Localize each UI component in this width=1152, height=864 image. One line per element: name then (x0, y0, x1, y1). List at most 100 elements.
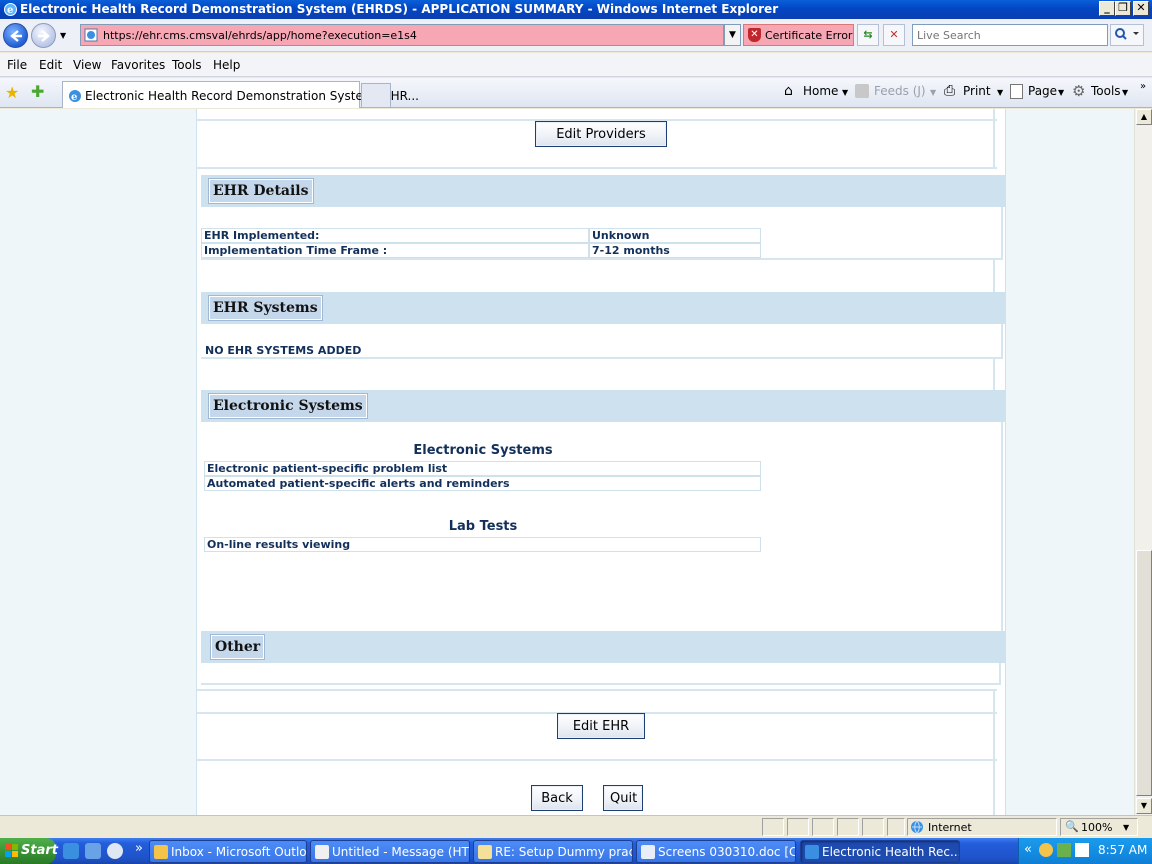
menu-help[interactable]: Help (213, 58, 240, 72)
svg-text:e: e (7, 5, 13, 16)
tray-app-icon[interactable] (1039, 843, 1053, 857)
menu-file[interactable]: File (7, 58, 27, 72)
status-bar: Internet 🔍 100% ▼ (0, 815, 1152, 838)
menu-favorites[interactable]: Favorites (111, 58, 165, 72)
start-label: Start (21, 843, 58, 858)
close-window-button[interactable]: ✕ (1133, 1, 1149, 16)
print-command[interactable]: Print (963, 84, 991, 98)
quit-button[interactable]: Quit (603, 785, 643, 811)
electronic-systems-header: Electronic Systems (201, 390, 1005, 422)
status-cell (862, 818, 884, 836)
search-box[interactable] (912, 24, 1108, 46)
scroll-down-icon[interactable]: ▼ (1136, 798, 1152, 814)
start-button[interactable]: Start (0, 838, 58, 864)
menu-edit[interactable]: Edit (39, 58, 62, 72)
taskbar-item-label: Untitled - Message (HTML) (332, 845, 469, 859)
menu-view[interactable]: View (73, 58, 101, 72)
taskbar-item-email[interactable]: RE: Setup Dummy practi... (473, 840, 633, 863)
web-content: Edit Providers EHR Details EHR Implement… (0, 109, 1134, 815)
frame-divider (1001, 422, 1003, 631)
certificate-error-button[interactable]: ✕ Certificate Error (743, 24, 854, 46)
windows-logo-icon (5, 844, 19, 858)
security-zone[interactable]: Internet (907, 818, 1057, 836)
address-dropdown-button[interactable]: ▼ (724, 24, 741, 46)
section-divider (201, 357, 1003, 359)
frame-divider (197, 167, 997, 169)
vertical-scrollbar[interactable]: ▲ ▼ (1134, 109, 1152, 815)
globe-icon (910, 820, 924, 837)
tab-active[interactable]: e Electronic Health Record Demonstration… (62, 81, 419, 108)
ehr-systems-title: EHR Systems (208, 295, 323, 321)
electronic-system-item: Electronic patient-specific problem list (204, 461, 761, 476)
clock[interactable]: 8:57 AM (1098, 843, 1147, 857)
back-button[interactable]: Back (531, 785, 583, 811)
page-dropdown-icon[interactable]: ▼ (1058, 88, 1064, 97)
minimize-button[interactable]: _ (1099, 1, 1115, 16)
favorites-star-icon[interactable]: ★ (5, 83, 19, 102)
zoom-control[interactable]: 🔍 100% ▼ (1060, 818, 1138, 836)
ie-logo-icon: e (3, 2, 18, 17)
tray-network-icon[interactable] (1057, 843, 1071, 857)
scroll-thumb[interactable] (1136, 550, 1152, 796)
ehr-details-header: EHR Details (201, 175, 1005, 207)
forward-nav-button[interactable] (31, 23, 56, 48)
scroll-up-icon[interactable]: ▲ (1136, 109, 1152, 125)
taskbar-item-word-doc[interactable]: Screens 030310.doc [Co... (636, 840, 796, 863)
frame-divider (197, 689, 997, 691)
taskbar-item-outlook[interactable]: Inbox - Microsoft Outlook (149, 840, 307, 863)
print-dropdown-icon[interactable]: ▼ (997, 88, 1003, 97)
address-bar[interactable]: https://ehr.cms.cmsval/ehrds/app/home?ex… (80, 24, 724, 46)
tools-dropdown-icon[interactable]: ▼ (1122, 88, 1128, 97)
taskbar-item-message[interactable]: Untitled - Message (HTML) (310, 840, 470, 863)
restore-button[interactable]: ❐ (1115, 1, 1131, 16)
taskbar-item-ie-active[interactable]: Electronic Health Rec... (800, 840, 960, 863)
chevron-more-icon[interactable]: » (1140, 81, 1146, 92)
status-cell (887, 818, 905, 836)
arrow-right-icon (38, 30, 50, 42)
desktop-quicklaunch-icon[interactable] (85, 843, 101, 859)
new-tab-button[interactable] (361, 83, 391, 107)
add-favorite-icon[interactable]: ✚ (31, 82, 44, 101)
edit-providers-button[interactable]: Edit Providers (535, 121, 667, 147)
taskbar-item-label: RE: Setup Dummy practi... (495, 845, 633, 859)
section-divider (201, 258, 1003, 260)
lab-tests-subheading: Lab Tests (448, 519, 518, 534)
zoom-level: 100% (1081, 821, 1113, 834)
media-player-icon[interactable] (107, 843, 123, 859)
menu-tools[interactable]: Tools (172, 58, 202, 72)
electronic-systems-title: Electronic Systems (208, 393, 368, 419)
quicklaunch-more-icon[interactable]: » (135, 841, 143, 856)
electronic-system-item: Automated patient-specific alerts and re… (204, 476, 761, 491)
zoom-dropdown-icon: ▼ (1123, 823, 1130, 832)
tray-expand-icon[interactable]: « (1024, 842, 1032, 857)
tools-command[interactable]: Tools (1091, 84, 1121, 98)
ehr-details-title: EHR Details (208, 178, 314, 204)
home-command[interactable]: Home (803, 84, 838, 98)
tab-toolbar: ★ ✚ e Electronic Health Record Demonstra… (0, 78, 1152, 108)
search-button[interactable] (1110, 24, 1144, 46)
taskbar-item-label: Electronic Health Rec... (822, 845, 960, 859)
ie-quicklaunch-icon[interactable] (63, 843, 79, 859)
home-dropdown-icon[interactable]: ▼ (842, 88, 848, 97)
electronic-systems-subheading: Electronic Systems (413, 443, 553, 458)
home-icon: ⌂ (784, 83, 793, 99)
back-nav-button[interactable] (3, 23, 28, 48)
tray-security-icon[interactable] (1075, 843, 1089, 857)
stop-button[interactable]: ✕ (883, 24, 905, 46)
other-header: Other (201, 631, 1005, 663)
history-dropdown-icon[interactable]: ▼ (60, 31, 66, 40)
outlook-icon (154, 845, 168, 859)
search-input[interactable] (915, 26, 1105, 44)
page-menu-icon (1010, 84, 1023, 99)
feeds-dropdown-icon[interactable]: ▼ (930, 88, 936, 97)
envelope-icon (478, 845, 492, 859)
ehr-systems-header: EHR Systems (201, 292, 1005, 324)
page-command[interactable]: Page (1028, 84, 1057, 98)
shield-error-icon: ✕ (748, 28, 761, 42)
refresh-button[interactable]: ⇆ (857, 24, 879, 46)
feeds-command[interactable]: Feeds (J) (874, 84, 926, 98)
status-cell (812, 818, 834, 836)
word-icon (641, 845, 655, 859)
windows-taskbar: Start » Inbox - Microsoft Outlook Untitl… (0, 838, 1152, 864)
edit-ehr-button[interactable]: Edit EHR (557, 713, 645, 739)
